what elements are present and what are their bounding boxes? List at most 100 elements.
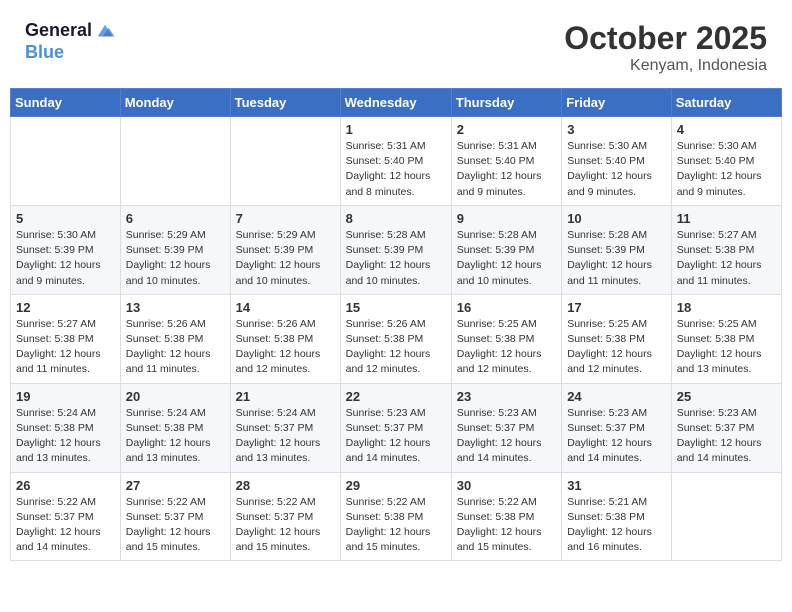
page-header: General Blue October 2025 Kenyam, Indone…: [10, 10, 782, 80]
day-info: Sunrise: 5:22 AMSunset: 5:38 PMDaylight:…: [457, 495, 556, 556]
calendar-cell: 22Sunrise: 5:23 AMSunset: 5:37 PMDayligh…: [340, 383, 451, 472]
calendar-cell: 24Sunrise: 5:23 AMSunset: 5:37 PMDayligh…: [562, 383, 672, 472]
calendar-cell: 10 Sunrise: 5:28 AMSunset: 5:39 PMDayligh…: [562, 205, 672, 294]
day-info: Sunrise: 5:27 AMSunset: 5:38 PMDaylight:…: [16, 317, 115, 378]
day-info: Sunrise: 5:31 AMSunset: 5:40 PMDaylight:…: [457, 139, 556, 200]
day-info: Sunrise: 5:26 AMSunset: 5:38 PMDaylight:…: [346, 317, 446, 378]
day-info: Sunrise: 5:26 AMSunset: 5:38 PMDaylight:…: [236, 317, 335, 378]
calendar-cell: 31 Sunrise: 5:21 AMSunset: 5:38 PMDayligh…: [562, 472, 672, 561]
calendar-week-4: 19 Sunrise: 5:24 AMSunset: 5:38 PMDayligh…: [11, 383, 782, 472]
calendar-cell: 20 Sunrise: 5:24 AMSunset: 5:38 PMDayligh…: [120, 383, 230, 472]
day-info: Sunrise: 5:30 AMSunset: 5:40 PMDaylight:…: [677, 139, 776, 200]
calendar-cell: 19 Sunrise: 5:24 AMSunset: 5:38 PMDayligh…: [11, 383, 121, 472]
day-info: Sunrise: 5:21 AMSunset: 5:38 PMDaylight:…: [567, 495, 666, 556]
day-number: 23: [457, 389, 556, 404]
logo-icon: [94, 20, 116, 42]
day-number: 9: [457, 211, 556, 226]
day-info: Sunrise: 5:29 AMSunset: 5:39 PMDaylight:…: [236, 228, 335, 289]
day-number: 20: [126, 389, 225, 404]
calendar-week-3: 12 Sunrise: 5:27 AMSunset: 5:38 PMDayligh…: [11, 294, 782, 383]
location-subtitle: Kenyam, Indonesia: [564, 57, 767, 75]
day-number: 28: [236, 478, 335, 493]
weekday-header-monday: Monday: [120, 89, 230, 117]
weekday-header-thursday: Thursday: [451, 89, 561, 117]
weekday-header-saturday: Saturday: [671, 89, 781, 117]
calendar-cell: 21 Sunrise: 5:24 AMSunset: 5:37 PMDayligh…: [230, 383, 340, 472]
calendar-cell: 11 Sunrise: 5:27 AMSunset: 5:38 PMDayligh…: [671, 205, 781, 294]
calendar-cell: 12 Sunrise: 5:27 AMSunset: 5:38 PMDayligh…: [11, 294, 121, 383]
calendar-week-5: 26 Sunrise: 5:22 AMSunset: 5:37 PMDayligh…: [11, 472, 782, 561]
day-number: 7: [236, 211, 335, 226]
calendar-week-1: 1 Sunrise: 5:31 AMSunset: 5:40 PMDaylight…: [11, 117, 782, 206]
day-info: Sunrise: 5:24 AMSunset: 5:38 PMDaylight:…: [16, 406, 115, 467]
day-number: 3: [567, 122, 666, 137]
day-number: 30: [457, 478, 556, 493]
calendar-cell: 8Sunrise: 5:28 AMSunset: 5:39 PMDaylight…: [340, 205, 451, 294]
day-info: Sunrise: 5:24 AMSunset: 5:37 PMDaylight:…: [236, 406, 335, 467]
day-number: 1: [346, 122, 446, 137]
calendar-cell: 7 Sunrise: 5:29 AMSunset: 5:39 PMDaylight…: [230, 205, 340, 294]
day-info: Sunrise: 5:28 AMSunset: 5:39 PMDaylight:…: [457, 228, 556, 289]
calendar-week-2: 5Sunrise: 5:30 AMSunset: 5:39 PMDaylight…: [11, 205, 782, 294]
day-number: 12: [16, 300, 115, 315]
day-number: 22: [346, 389, 446, 404]
day-info: Sunrise: 5:23 AMSunset: 5:37 PMDaylight:…: [457, 406, 556, 467]
day-info: Sunrise: 5:22 AMSunset: 5:37 PMDaylight:…: [236, 495, 335, 556]
weekday-header-sunday: Sunday: [11, 89, 121, 117]
calendar-cell: 26Sunrise: 5:22 AMSunset: 5:37 PMDayligh…: [11, 472, 121, 561]
day-info: Sunrise: 5:31 AMSunset: 5:40 PMDaylight:…: [346, 139, 446, 200]
calendar-cell: 17 Sunrise: 5:25 AMSunset: 5:38 PMDayligh…: [562, 294, 672, 383]
day-number: 5: [16, 211, 115, 226]
day-info: Sunrise: 5:23 AMSunset: 5:37 PMDaylight:…: [677, 406, 776, 467]
day-number: 15: [346, 300, 446, 315]
calendar-cell: 23 Sunrise: 5:23 AMSunset: 5:37 PMDayligh…: [451, 383, 561, 472]
calendar-cell: 15 Sunrise: 5:26 AMSunset: 5:38 PMDayligh…: [340, 294, 451, 383]
logo-blue: Blue: [25, 42, 116, 64]
day-number: 27: [126, 478, 225, 493]
month-title: October 2025: [564, 20, 767, 57]
calendar-cell: 6 Sunrise: 5:29 AMSunset: 5:39 PMDaylight…: [120, 205, 230, 294]
day-info: Sunrise: 5:29 AMSunset: 5:39 PMDaylight:…: [126, 228, 225, 289]
day-info: Sunrise: 5:28 AMSunset: 5:39 PMDaylight:…: [346, 228, 446, 289]
day-info: Sunrise: 5:26 AMSunset: 5:38 PMDaylight:…: [126, 317, 225, 378]
day-info: Sunrise: 5:30 AMSunset: 5:40 PMDaylight:…: [567, 139, 666, 200]
calendar-cell: 30 Sunrise: 5:22 AMSunset: 5:38 PMDayligh…: [451, 472, 561, 561]
calendar-cell: 2 Sunrise: 5:31 AMSunset: 5:40 PMDaylight…: [451, 117, 561, 206]
day-number: 21: [236, 389, 335, 404]
day-number: 2: [457, 122, 556, 137]
day-number: 17: [567, 300, 666, 315]
day-number: 31: [567, 478, 666, 493]
day-info: Sunrise: 5:23 AMSunset: 5:37 PMDaylight:…: [567, 406, 666, 467]
title-section: October 2025 Kenyam, Indonesia: [564, 20, 767, 75]
day-info: Sunrise: 5:24 AMSunset: 5:38 PMDaylight:…: [126, 406, 225, 467]
calendar-cell: 25Sunrise: 5:23 AMSunset: 5:37 PMDayligh…: [671, 383, 781, 472]
weekday-header-row: SundayMondayTuesdayWednesdayThursdayFrid…: [11, 89, 782, 117]
day-number: 16: [457, 300, 556, 315]
logo: General Blue: [25, 20, 116, 64]
weekday-header-friday: Friday: [562, 89, 672, 117]
logo-text: General: [25, 20, 92, 42]
weekday-header-wednesday: Wednesday: [340, 89, 451, 117]
day-number: 26: [16, 478, 115, 493]
day-info: Sunrise: 5:25 AMSunset: 5:38 PMDaylight:…: [677, 317, 776, 378]
day-number: 29: [346, 478, 446, 493]
day-number: 11: [677, 211, 776, 226]
weekday-header-tuesday: Tuesday: [230, 89, 340, 117]
day-info: Sunrise: 5:25 AMSunset: 5:38 PMDaylight:…: [457, 317, 556, 378]
calendar-cell: [11, 117, 121, 206]
calendar-cell: 16 Sunrise: 5:25 AMSunset: 5:38 PMDayligh…: [451, 294, 561, 383]
day-info: Sunrise: 5:22 AMSunset: 5:37 PMDaylight:…: [126, 495, 225, 556]
calendar-table: SundayMondayTuesdayWednesdayThursdayFrid…: [10, 88, 782, 561]
day-number: 19: [16, 389, 115, 404]
calendar-cell: [671, 472, 781, 561]
day-info: Sunrise: 5:25 AMSunset: 5:38 PMDaylight:…: [567, 317, 666, 378]
day-info: Sunrise: 5:28 AMSunset: 5:39 PMDaylight:…: [567, 228, 666, 289]
day-number: 10: [567, 211, 666, 226]
day-info: Sunrise: 5:27 AMSunset: 5:38 PMDaylight:…: [677, 228, 776, 289]
calendar-cell: 27 Sunrise: 5:22 AMSunset: 5:37 PMDayligh…: [120, 472, 230, 561]
day-info: Sunrise: 5:22 AMSunset: 5:38 PMDaylight:…: [346, 495, 446, 556]
day-number: 6: [126, 211, 225, 226]
day-number: 18: [677, 300, 776, 315]
calendar-cell: 4Sunrise: 5:30 AMSunset: 5:40 PMDaylight…: [671, 117, 781, 206]
calendar-cell: 5Sunrise: 5:30 AMSunset: 5:39 PMDaylight…: [11, 205, 121, 294]
